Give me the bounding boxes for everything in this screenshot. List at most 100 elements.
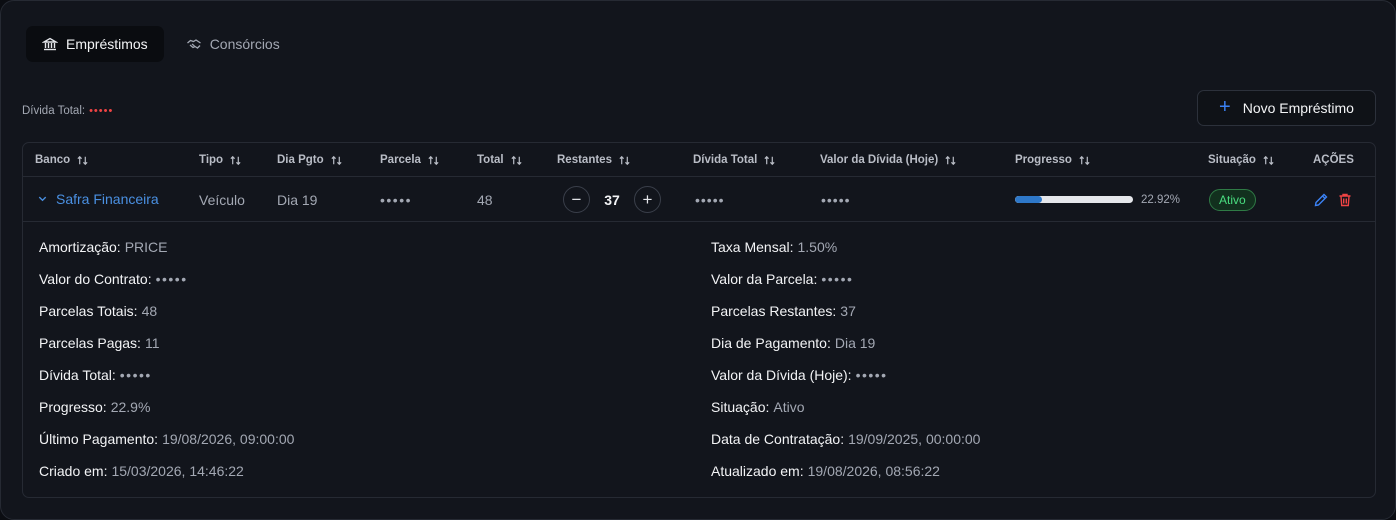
detail-dia-pagamento: Dia de Pagamento: Dia 19: [711, 335, 875, 351]
installment-cell: •••••: [380, 191, 413, 208]
sort-icon: [511, 155, 522, 165]
sort-icon: [1263, 155, 1274, 165]
detail-value: 19/08/2026, 08:56:22: [807, 463, 940, 479]
column-label: Situação: [1208, 154, 1256, 166]
detail-key: Último Pagamento:: [39, 431, 159, 447]
detail-ultimo-pagamento: Último Pagamento: 19/08/2026, 09:00:00: [39, 431, 294, 447]
bank-icon: [42, 37, 58, 51]
column-label: Valor da Dívida (Hoje): [820, 154, 939, 166]
detail-value: 15/03/2026, 14:46:22: [111, 463, 244, 479]
loans-table: Banco Tipo Dia Pgto Parcela Total Restan…: [22, 142, 1376, 498]
plus-icon: +: [1219, 96, 1231, 118]
detail-key: Progresso:: [39, 399, 107, 415]
detail-parcelas-totais: Parcelas Totais: 48: [39, 303, 157, 319]
detail-key: Taxa Mensal:: [711, 239, 794, 255]
sort-icon: [764, 155, 775, 165]
detail-key: Parcelas Pagas:: [39, 335, 141, 351]
detail-key: Valor da Parcela:: [711, 271, 818, 287]
total-debt-label: Dívida Total:: [22, 105, 86, 117]
column-header-banco[interactable]: Banco: [35, 143, 89, 177]
tab-bar: Empréstimos Consórcios: [26, 26, 296, 62]
detail-value: •••••: [119, 367, 152, 383]
tab-consorcios[interactable]: Consórcios: [170, 26, 296, 62]
detail-value: •••••: [155, 271, 188, 287]
column-header-restantes[interactable]: Restantes: [557, 143, 631, 177]
total-debt-summary: Dívida Total: •••••: [22, 105, 113, 117]
remaining-stepper: − 37 +: [563, 177, 661, 222]
detail-value: 19/09/2025, 00:00:00: [848, 431, 981, 447]
column-header-valor-divida-hoje[interactable]: Valor da Dívida (Hoje): [820, 143, 957, 177]
detail-key: Situação:: [711, 399, 770, 415]
column-header-total[interactable]: Total: [477, 143, 523, 177]
column-header-divida-total[interactable]: Dívida Total: [693, 143, 776, 177]
column-header-parcela[interactable]: Parcela: [380, 143, 440, 177]
trash-icon[interactable]: [1337, 192, 1353, 208]
sort-icon: [428, 155, 439, 165]
detail-value: •••••: [821, 271, 854, 287]
column-header-situacao[interactable]: Situação: [1208, 143, 1275, 177]
edit-icon[interactable]: [1313, 192, 1329, 208]
progress-label: 22.92%: [1141, 193, 1181, 206]
due-day-cell: Dia 19: [277, 191, 318, 208]
detail-value: 48: [141, 303, 158, 319]
detail-value: 19/08/2026, 09:00:00: [162, 431, 295, 447]
detail-value: Ativo: [773, 399, 805, 415]
detail-key: Parcelas Totais:: [39, 303, 138, 319]
status-cell: Ativo: [1209, 177, 1256, 222]
sort-icon: [945, 155, 956, 165]
sort-icon: [230, 155, 241, 165]
detail-value: 11: [144, 335, 160, 351]
sort-icon: [619, 155, 630, 165]
detail-key: Amortização:: [39, 239, 121, 255]
tab-emprestimos[interactable]: Empréstimos: [26, 26, 164, 62]
progress-bar-fill: [1015, 196, 1043, 203]
status-badge: Ativo: [1209, 188, 1256, 211]
column-header-progresso[interactable]: Progresso: [1015, 143, 1091, 177]
increment-button[interactable]: +: [634, 186, 661, 213]
column-header-tipo[interactable]: Tipo: [199, 143, 242, 177]
progress-bar: [1015, 196, 1133, 203]
new-loan-label: Novo Empréstimo: [1242, 100, 1354, 116]
type-cell: Veículo: [199, 191, 245, 208]
detail-value: Dia 19: [834, 335, 876, 351]
detail-key: Atualizado em:: [711, 463, 804, 479]
detail-valor-parcela: Valor da Parcela: •••••: [711, 271, 853, 287]
remaining-value: 37: [604, 191, 620, 208]
chevron-down-icon: [38, 196, 47, 202]
detail-criado-em: Criado em: 15/03/2026, 14:46:22: [39, 463, 244, 479]
detail-value: 37: [840, 303, 856, 319]
detail-key: Data de Contratação:: [711, 431, 845, 447]
detail-key: Dívida Total:: [39, 367, 116, 383]
detail-valor-contrato: Valor do Contrato: •••••: [39, 271, 188, 287]
handshake-icon: [186, 39, 201, 49]
column-label: Parcela: [380, 154, 421, 166]
decrement-button[interactable]: −: [563, 186, 590, 213]
new-loan-button[interactable]: + Novo Empréstimo: [1197, 90, 1376, 126]
table-header: Banco Tipo Dia Pgto Parcela Total Restan…: [23, 143, 1375, 177]
column-label: Banco: [35, 154, 71, 166]
detail-situacao: Situação: Ativo: [711, 399, 805, 415]
tab-label: Consórcios: [209, 36, 280, 52]
total-debt-value: •••••: [89, 105, 114, 117]
detail-amortizacao: Amortização: PRICE: [39, 239, 168, 255]
detail-key: Parcelas Restantes:: [711, 303, 837, 319]
column-header-dia-pgto[interactable]: Dia Pgto: [277, 143, 343, 177]
detail-atualizado-em: Atualizado em: 19/08/2026, 08:56:22: [711, 463, 940, 479]
total-cell: 48: [477, 191, 493, 208]
detail-parcelas-restantes: Parcelas Restantes: 37: [711, 303, 856, 319]
debt-today-cell: •••••: [821, 191, 851, 208]
bank-cell[interactable]: Safra Financeira: [37, 176, 159, 221]
detail-divida-total: Dívida Total: •••••: [39, 367, 152, 383]
column-label: Total: [477, 154, 504, 166]
actions-cell: [1313, 177, 1353, 222]
detail-key: Dia de Pagamento:: [711, 335, 831, 351]
detail-key: Valor da Dívida (Hoje):: [711, 367, 852, 383]
column-label: Tipo: [199, 154, 224, 166]
loans-panel: Empréstimos Consórcios Dívida Total: •••…: [0, 0, 1396, 520]
column-label: Dívida Total: [693, 154, 758, 166]
bank-name: Safra Financeira: [56, 190, 159, 207]
table-row[interactable]: Safra Financeira Veículo Dia 19 ••••• 48…: [23, 177, 1375, 222]
detail-value: PRICE: [124, 239, 168, 255]
sort-icon: [1079, 155, 1090, 165]
column-header-acoes: AÇÕES: [1313, 143, 1354, 177]
